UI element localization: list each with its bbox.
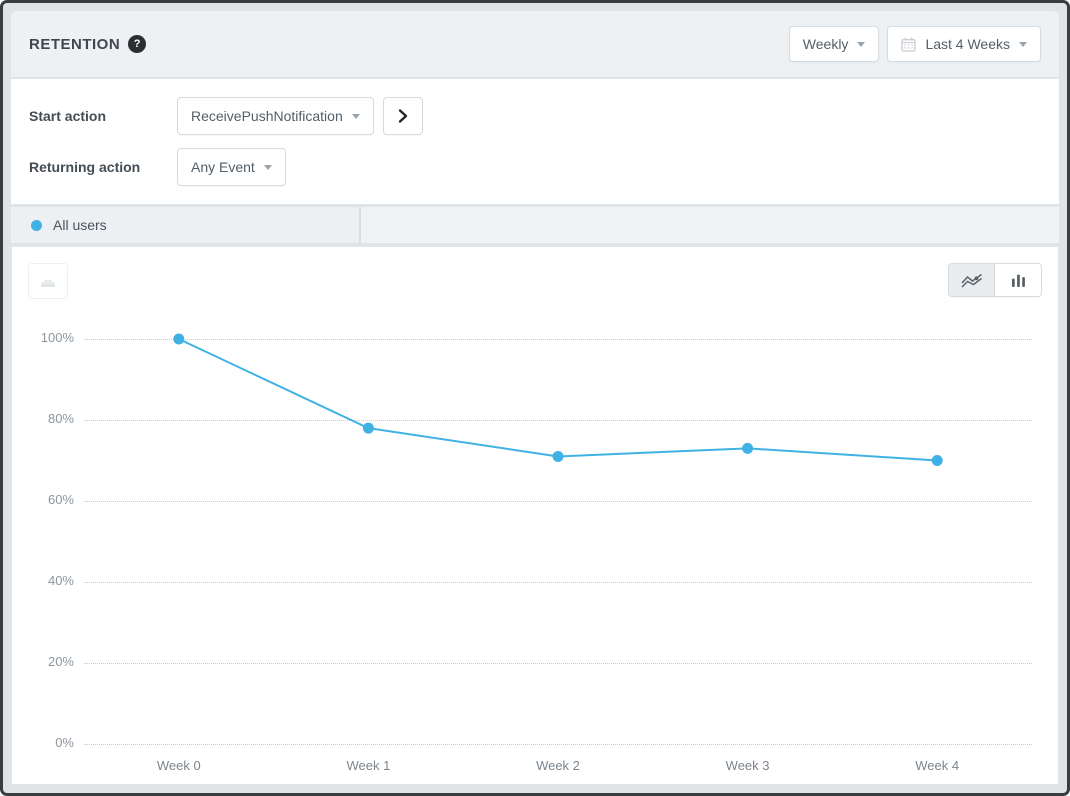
- filters-panel: Start action ReceivePushNotification Ret…: [11, 79, 1059, 204]
- y-axis-tick-label: 40%: [26, 573, 74, 588]
- chevron-down-icon: [264, 165, 272, 170]
- data-point[interactable]: [932, 455, 943, 466]
- data-point[interactable]: [742, 443, 753, 454]
- chart-plot-area: 100%80%60%40%20%0%: [84, 339, 1032, 744]
- chevron-down-icon: [1019, 42, 1027, 47]
- start-action-row: Start action ReceivePushNotification: [29, 97, 1041, 135]
- x-axis-tick-label: Week 1: [274, 758, 464, 773]
- chart-toolbar: [28, 263, 1042, 299]
- line-chart-icon: [961, 273, 983, 288]
- start-action-value: ReceivePushNotification: [191, 108, 343, 124]
- y-axis-tick-label: 100%: [26, 330, 74, 345]
- segment-tabbar: All users: [11, 207, 1059, 243]
- returning-action-dropdown[interactable]: Any Event: [177, 148, 286, 186]
- expand-step-button[interactable]: [383, 97, 423, 135]
- chevron-down-icon: [857, 42, 865, 47]
- x-axis-tick-label: Week 2: [463, 758, 653, 773]
- dashboard-gauge-icon: [39, 275, 57, 288]
- gridline: [84, 744, 1032, 745]
- y-axis-tick-label: 60%: [26, 492, 74, 507]
- chart-panel: 100%80%60%40%20%0% Week 0Week 1Week 2Wee…: [11, 246, 1059, 785]
- chevron-down-icon: [352, 114, 360, 119]
- x-axis-tick-label: Week 0: [84, 758, 274, 773]
- data-point[interactable]: [173, 334, 184, 345]
- returning-action-value: Any Event: [191, 159, 255, 175]
- page-title: RETENTION: [29, 36, 120, 53]
- add-to-dashboard-button[interactable]: [28, 263, 68, 299]
- data-point[interactable]: [553, 451, 564, 462]
- returning-action-label: Returning action: [29, 159, 177, 175]
- data-point[interactable]: [363, 423, 374, 434]
- help-icon[interactable]: ?: [128, 35, 146, 53]
- header: RETENTION ? Weekly Last 4 Weeks: [11, 11, 1059, 77]
- tab-all-users[interactable]: All users: [11, 207, 361, 243]
- granularity-value: Weekly: [803, 36, 849, 52]
- returning-action-row: Returning action Any Event: [29, 148, 1041, 186]
- retention-line: [179, 339, 937, 461]
- bar-chart-icon: [1011, 273, 1026, 287]
- app-window: RETENTION ? Weekly Last 4 Weeks: [0, 0, 1070, 796]
- chevron-right-icon: [398, 108, 408, 124]
- date-range-dropdown[interactable]: Last 4 Weeks: [887, 26, 1041, 62]
- start-action-label: Start action: [29, 108, 177, 124]
- tab-all-users-label: All users: [53, 217, 107, 233]
- y-axis-tick-label: 0%: [26, 735, 74, 750]
- date-range-value: Last 4 Weeks: [925, 36, 1010, 52]
- x-axis-tick-label: Week 3: [653, 758, 843, 773]
- x-axis-tick-label: Week 4: [842, 758, 1032, 773]
- y-axis-tick-label: 20%: [26, 654, 74, 669]
- chart-type-toggle: [948, 263, 1042, 297]
- bar-chart-toggle-button[interactable]: [995, 264, 1041, 296]
- y-axis-tick-label: 80%: [26, 411, 74, 426]
- calendar-icon: [901, 37, 916, 52]
- line-chart-toggle-button[interactable]: [949, 264, 995, 296]
- granularity-dropdown[interactable]: Weekly: [789, 26, 880, 62]
- x-axis-labels: Week 0Week 1Week 2Week 3Week 4: [84, 758, 1032, 773]
- legend-dot: [31, 220, 42, 231]
- start-action-dropdown[interactable]: ReceivePushNotification: [177, 97, 374, 135]
- retention-line-chart: [84, 339, 1032, 744]
